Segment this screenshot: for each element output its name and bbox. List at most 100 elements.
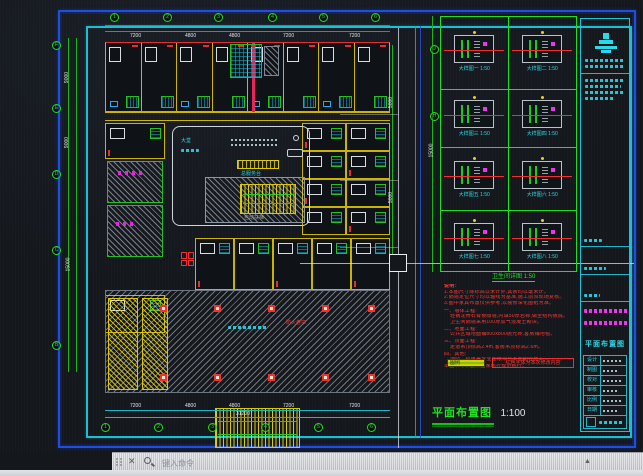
detail-drawing xyxy=(522,100,562,128)
dim-text: 4800 xyxy=(185,34,196,39)
detail-drawing xyxy=(454,35,494,63)
column-marker xyxy=(268,305,275,312)
plan-lobby: 大堂 总服务台 自动扶梯 xyxy=(172,126,310,226)
crosshair-pickbox[interactable] xyxy=(389,254,407,272)
notes-line: 1.本图尺寸除标高以米计外,其余均以毫米计。 xyxy=(444,290,576,295)
lobby-reception-desk xyxy=(237,160,279,169)
dim-text: 7200 xyxy=(349,34,360,39)
plan-room xyxy=(105,123,165,159)
notes-line: 卫生间隔墙采用100厚加气混凝土砌块。 xyxy=(444,320,576,325)
legend-bar-label: 图例 xyxy=(450,361,460,366)
plaza-label-smudge xyxy=(228,326,268,329)
dim-text: 15000 xyxy=(429,144,434,158)
screen-dark-corner xyxy=(0,452,112,470)
notes-line: 2.隔墙定位尺寸均以轴线为基准,施工前须现场复核。 xyxy=(444,295,576,300)
column-marker xyxy=(160,305,167,312)
dock-strip[interactable] xyxy=(0,470,643,476)
company-name-smudge xyxy=(585,59,625,62)
grid-bubble-top: 2 xyxy=(163,13,172,22)
dim-line xyxy=(392,45,393,260)
lobby-seating xyxy=(231,144,277,146)
grid-bubble-bottom: 3 xyxy=(208,423,217,432)
legend-note-text: 红色字体为本次修改内容 xyxy=(505,361,560,366)
plan-stair-tower xyxy=(108,298,138,390)
field-smudge xyxy=(584,267,606,270)
dim-line-total xyxy=(105,417,390,418)
grid-bubble-bottom: 4 xyxy=(261,423,270,432)
field-smudge xyxy=(584,294,600,297)
legend-note-box: 红色字体为本次修改内容 xyxy=(492,358,574,368)
dim-text: 5000 xyxy=(389,192,394,203)
plan-shaft-hatch xyxy=(264,46,279,76)
search-icon[interactable] xyxy=(144,457,151,464)
dim-text: 7200 xyxy=(130,404,141,409)
dim-text: 9000 xyxy=(65,137,70,148)
grid-bubble-left: C xyxy=(52,246,61,255)
grid-bubble-top: 4 xyxy=(268,13,277,22)
escalator-label: 自动扶梯 xyxy=(244,216,264,221)
tb-label: 日期 xyxy=(584,406,601,415)
details-section-caption: 卫生间详图 1:50 xyxy=(492,274,535,282)
detail-drawing xyxy=(522,161,562,189)
detail-drawing xyxy=(522,223,562,251)
dim-text: 9000 xyxy=(65,72,70,83)
notes-line: 说明: xyxy=(444,284,576,289)
grid-bubble-top: 5 xyxy=(319,13,328,22)
divider xyxy=(581,301,629,302)
title-block: 平面布置图 设计 制图 校对 审核 比例 日期 xyxy=(580,18,630,432)
cert-line-smudge xyxy=(585,85,621,88)
fire-shutter-label: 防火卷帘 xyxy=(286,321,306,326)
collapse-arrow-icon[interactable]: ▲ xyxy=(584,458,591,465)
grid-bubble-left: E xyxy=(52,104,61,113)
grid-bubble-bottom: 1 xyxy=(101,423,110,432)
plan-elevator-core xyxy=(230,44,262,78)
legend-bar: 图例 xyxy=(447,359,485,367)
cert-line-smudge xyxy=(585,91,625,94)
title-underline-2 xyxy=(432,426,494,427)
close-icon[interactable]: ✕ xyxy=(128,456,136,467)
notes-line: 走道吊顶标高2.4m,客房吊顶标高2.6m。 xyxy=(444,345,576,350)
search-icon-handle xyxy=(151,463,155,467)
plaza-escalator xyxy=(215,408,300,448)
drag-grip-icon[interactable] xyxy=(116,458,122,466)
detail-cell: 大样图四 1:50 xyxy=(509,90,577,148)
lobby-desk-side xyxy=(287,149,303,157)
plan-hatch-room xyxy=(107,205,163,257)
titleblock-table: 设计 制图 校对 审核 比例 日期 xyxy=(583,355,627,416)
detail-drawing xyxy=(454,100,494,128)
grid-bubble-top: 1 xyxy=(110,13,119,22)
dim-text-total: 31200 xyxy=(236,412,250,417)
divider xyxy=(581,246,629,247)
detail-caption: 大样图二 1:50 xyxy=(527,67,558,72)
detail-caption: 大样图四 1:50 xyxy=(527,132,558,137)
tb-label: 比例 xyxy=(584,396,601,405)
column-marker xyxy=(214,305,221,312)
detail-cell: 大样图六 1:50 xyxy=(509,148,577,211)
titleblock-bottom-row xyxy=(583,415,627,429)
notes-line: 一、墙体工程: xyxy=(444,309,576,314)
detail-caption: 大样图一 1:50 xyxy=(459,67,490,72)
monitor-screen: 1 2 3 4 5 6 7200 4800 4800 7200 7200 F E… xyxy=(0,0,643,476)
column-marker xyxy=(368,374,375,381)
detail-caption: 大样图七 1:50 xyxy=(459,255,490,260)
detail-cell: 大样图二 1:50 xyxy=(509,17,577,90)
dim-text: 7200 xyxy=(283,404,294,409)
detail-cell: 大样图五 1:50 xyxy=(441,148,509,211)
lobby-escalator-zone: 自动扶梯 xyxy=(205,177,305,223)
project-line-magenta xyxy=(584,321,628,325)
dim-text: 7200 xyxy=(130,34,141,39)
column-marker xyxy=(322,305,329,312)
tb-label: 审核 xyxy=(584,386,601,395)
crosshair-vertical xyxy=(398,28,399,448)
dim-text: 5000 xyxy=(389,97,394,108)
grid-bubble-bottom: 6 xyxy=(367,423,376,432)
command-bar[interactable]: ✕ 键入命令 ▲ xyxy=(112,452,643,470)
grid-bubble-top: 6 xyxy=(371,13,380,22)
command-input[interactable]: 键入命令 xyxy=(162,458,194,469)
detail-cell: 大样图七 1:50 xyxy=(441,211,509,271)
tb-label: 设计 xyxy=(584,356,601,365)
plan-rooms-mid xyxy=(195,238,390,290)
detail-caption: 大样图八 1:50 xyxy=(527,255,558,260)
notes-line: 轻钢龙骨石膏板隔墙,内填50厚岩棉,做至结构板底。 xyxy=(444,314,576,319)
dim-line xyxy=(105,31,390,32)
